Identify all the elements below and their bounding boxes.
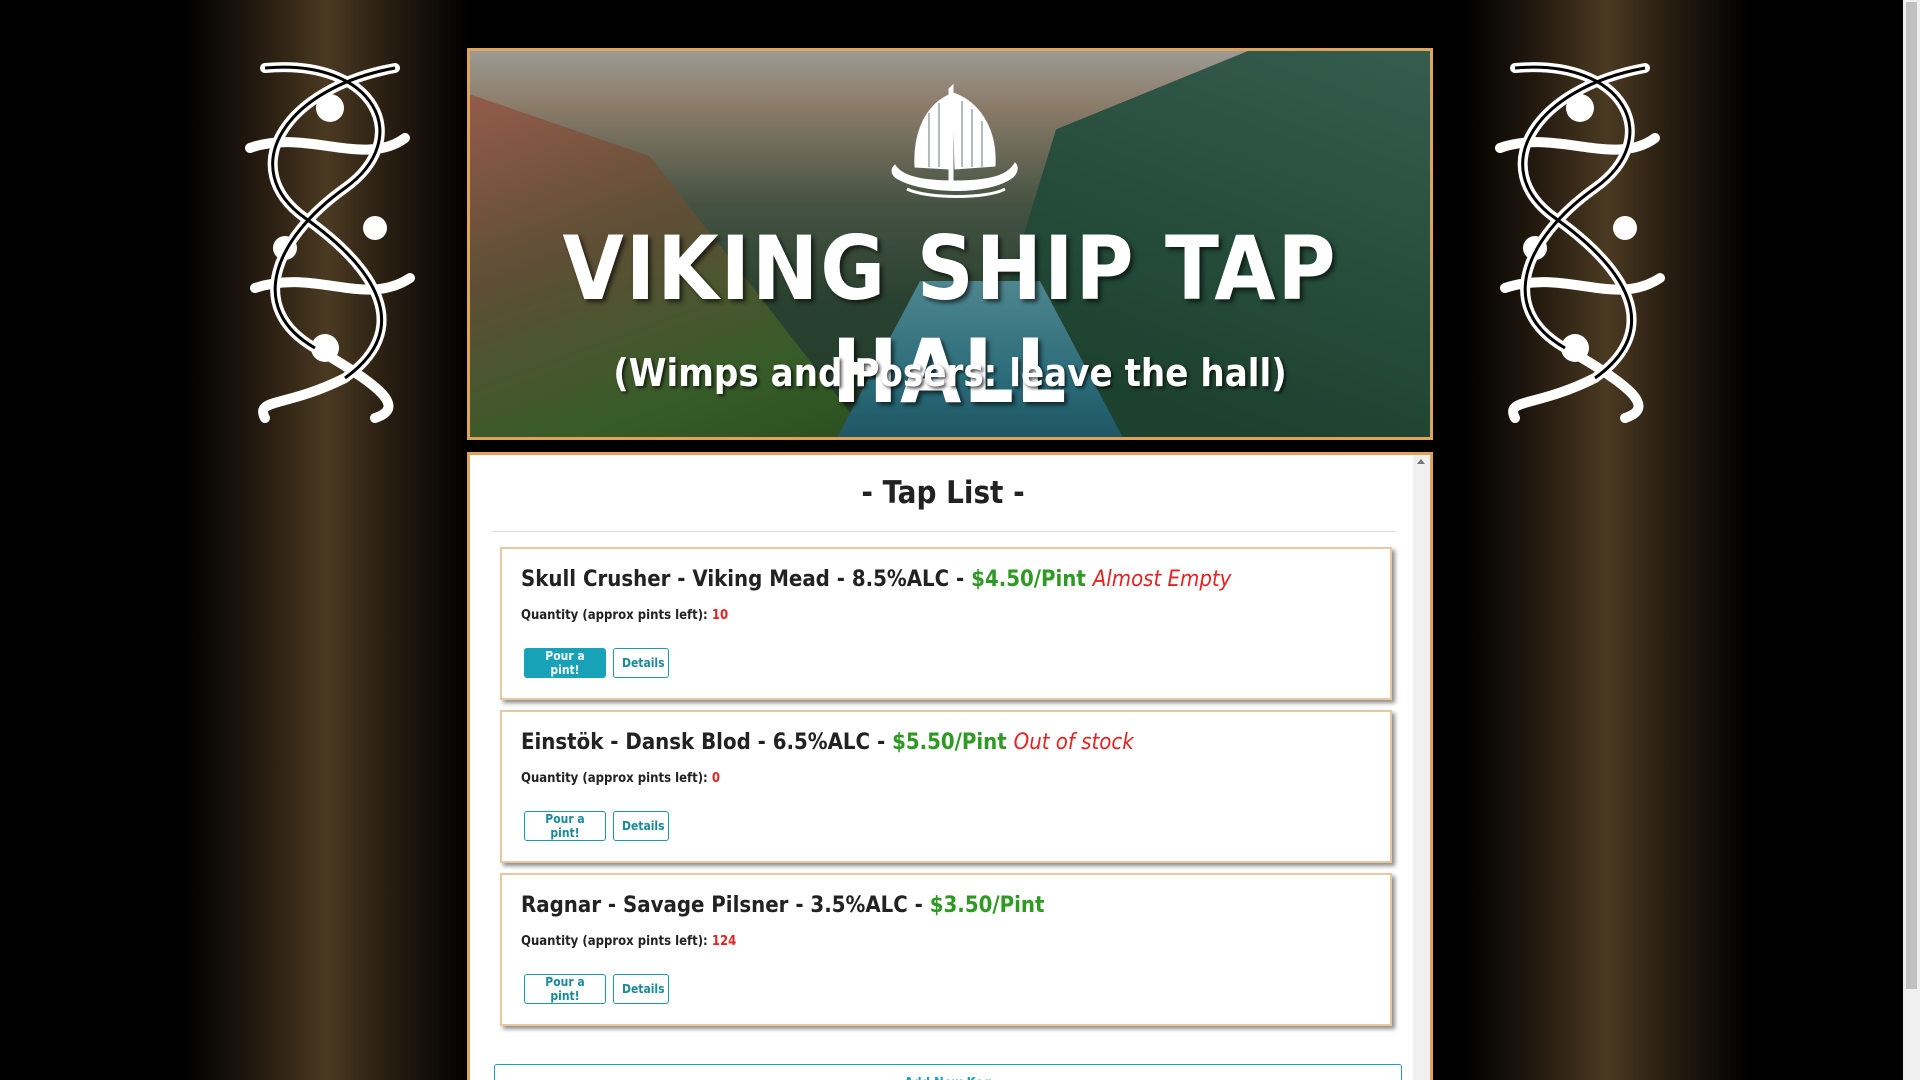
quantity-label: Quantity (approx pints left):	[521, 608, 708, 623]
quantity-label: Quantity (approx pints left):	[521, 934, 708, 949]
viking-ship-icon	[891, 83, 1018, 198]
site-subtitle: (Wimps and Posers: leave the hall)	[613, 351, 1287, 395]
keg-title: Einstök - Dansk Blod - 6.5%ALC - $5.50/P…	[521, 730, 1134, 755]
page-scrollbar[interactable]	[1903, 0, 1920, 1080]
tap-list-heading: - Tap List -	[861, 475, 1025, 511]
page: VIKING SHIP TAP HALL (Wimps and Posers: …	[0, 0, 1920, 1080]
scroll-up-arrow-icon[interactable]	[1417, 459, 1425, 464]
keg-status: Out of stock	[1013, 730, 1134, 755]
keg-card: Ragnar - Savage Pilsner - 3.5%ALC - $3.5…	[500, 873, 1392, 1026]
keg-quantity: Quantity (approx pints left): 124	[521, 934, 736, 949]
heading-divider	[492, 531, 1396, 532]
keg-price: $4.50/Pint	[971, 567, 1086, 592]
pour-pint-button[interactable]: Pour a pint!	[524, 811, 606, 841]
quantity-value: 124	[711, 934, 737, 949]
celtic-knot-left-icon	[245, 62, 415, 423]
keg-card: Einstök - Dansk Blod - 6.5%ALC - $5.50/P…	[500, 710, 1392, 863]
keg-quantity: Quantity (approx pints left): 0	[521, 771, 720, 786]
details-button[interactable]: Details	[613, 974, 669, 1004]
quantity-value: 0	[711, 771, 720, 786]
keg-name: Einstök - Dansk Blod - 6.5%ALC -	[521, 730, 893, 755]
celtic-knot-right-icon	[1495, 62, 1665, 423]
keg-title: Skull Crusher - Viking Mead - 8.5%ALC - …	[521, 567, 1231, 592]
details-button[interactable]: Details	[613, 811, 669, 841]
add-new-keg-button[interactable]: Add New Keg	[494, 1064, 1402, 1080]
header-banner: VIKING SHIP TAP HALL (Wimps and Posers: …	[467, 48, 1433, 440]
quantity-value: 10	[711, 608, 729, 623]
panel-scrollbar[interactable]	[1413, 455, 1430, 1080]
quantity-label: Quantity (approx pints left):	[521, 771, 708, 786]
keg-title: Ragnar - Savage Pilsner - 3.5%ALC - $3.5…	[521, 893, 1044, 918]
keg-price: $5.50/Pint	[892, 730, 1007, 755]
pour-pint-button[interactable]: Pour a pint!	[524, 648, 606, 678]
keg-quantity: Quantity (approx pints left): 10	[521, 608, 728, 623]
pour-pint-button[interactable]: Pour a pint!	[524, 974, 606, 1004]
tap-list-panel: - Tap List - Skull Crusher - Viking Mead…	[467, 452, 1433, 1080]
keg-card: Skull Crusher - Viking Mead - 8.5%ALC - …	[500, 547, 1392, 700]
scrollbar-thumb[interactable]	[1906, 2, 1917, 989]
details-button[interactable]: Details	[613, 648, 669, 678]
keg-name: Skull Crusher - Viking Mead - 8.5%ALC -	[521, 567, 972, 592]
keg-name: Ragnar - Savage Pilsner - 3.5%ALC -	[521, 893, 930, 918]
keg-status: Almost Empty	[1092, 567, 1232, 592]
keg-price: $3.50/Pint	[929, 893, 1045, 918]
